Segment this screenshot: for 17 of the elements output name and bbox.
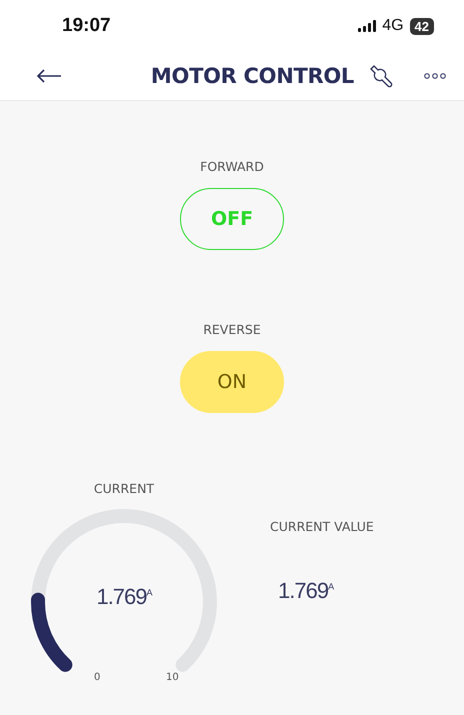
network-type: 4G (382, 17, 404, 35)
toggle-button[interactable]: ON (180, 351, 284, 413)
status-time: 19:07 (62, 15, 111, 37)
battery-level: 42 (410, 18, 434, 34)
gauge-max: 10 (166, 672, 179, 683)
signal-icon (358, 20, 376, 32)
more-icon[interactable] (424, 73, 446, 79)
gauge-value: 1.769$^{A}$ (95, 584, 154, 610)
value-label: CURRENT VALUE (270, 519, 374, 534)
value-display: 1.769$^{A}$ (278, 578, 335, 604)
gauge-label: CURRENT (94, 481, 154, 496)
back-arrow-icon[interactable] (36, 69, 62, 83)
switch-label: REVERSE (203, 322, 261, 337)
gauge-min: 0 (94, 672, 100, 683)
switch-label: FORWARD (200, 159, 264, 174)
page-title: MOTOR CONTROL (150, 64, 354, 88)
wrench-icon[interactable] (368, 63, 394, 89)
